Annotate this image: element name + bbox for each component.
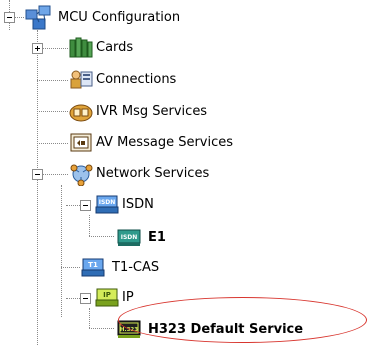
tree-line	[66, 298, 80, 299]
cards-icon	[69, 37, 93, 58]
tree-view: MCU Configuration Cards Connections IVR …	[0, 0, 368, 345]
tree-line	[61, 267, 80, 268]
network-services-icon	[70, 164, 93, 186]
tree-line	[89, 236, 114, 237]
av-message-icon	[70, 133, 92, 152]
e1-badge: ISDN	[121, 234, 138, 241]
tree-line	[37, 180, 38, 345]
t1-icon: T1	[81, 258, 105, 277]
connections-icon	[70, 70, 93, 89]
tree-line	[37, 143, 68, 144]
node-label: ISDN	[122, 197, 154, 212]
tree-line	[42, 174, 68, 175]
ip-icon: IP	[95, 288, 119, 307]
tree-line	[42, 48, 68, 49]
tree-line	[89, 328, 114, 329]
tree-node-mcu-configuration[interactable]: MCU Configuration	[24, 4, 204, 32]
isdn-service-icon: ISDN	[117, 229, 141, 246]
tree-node-isdn[interactable]: ISDN ISDN	[94, 193, 214, 219]
isdn-badge: ISDN	[99, 199, 116, 206]
highlight-ellipse	[118, 297, 367, 343]
collapse-toggle-mcu-configuration[interactable]	[4, 12, 15, 23]
t1-badge: T1	[88, 261, 98, 269]
node-label: Cards	[96, 40, 134, 55]
tree-line	[37, 111, 68, 112]
tree-line	[66, 205, 80, 206]
tree-node-connections[interactable]: Connections	[68, 68, 208, 94]
node-label: Network Services	[96, 166, 210, 181]
mcu-config-icon	[25, 5, 51, 30]
tree-node-t1-cas[interactable]: T1 T1-CAS	[80, 256, 200, 282]
isdn-icon: ISDN	[95, 195, 119, 214]
tree-node-ivr-msg-services[interactable]: IVR Msg Services	[68, 100, 258, 126]
tree-node-cards[interactable]: Cards	[68, 36, 188, 62]
node-label: MCU Configuration	[58, 10, 181, 25]
tree-node-e1[interactable]: ISDN E1	[116, 225, 196, 251]
tree-node-network-services[interactable]: Network Services	[68, 162, 268, 188]
tree-line	[37, 80, 68, 81]
tree-line	[89, 215, 90, 236]
tree-line	[89, 308, 90, 328]
collapse-toggle-isdn[interactable]	[80, 200, 91, 211]
node-label: IP	[122, 290, 134, 305]
tree-line	[14, 17, 24, 18]
collapse-toggle-ip[interactable]	[80, 293, 91, 304]
node-label: E1	[148, 230, 166, 245]
expand-toggle-cards[interactable]	[32, 43, 43, 54]
ivr-icon	[69, 104, 93, 122]
node-label: AV Message Services	[96, 135, 234, 150]
collapse-toggle-network-services[interactable]	[32, 169, 43, 180]
tree-node-av-message-services[interactable]: AV Message Services	[68, 131, 288, 157]
node-label: Connections	[96, 72, 177, 87]
ip-badge: IP	[103, 291, 111, 299]
node-label: IVR Msg Services	[96, 104, 208, 119]
node-label: T1-CAS	[112, 260, 160, 275]
